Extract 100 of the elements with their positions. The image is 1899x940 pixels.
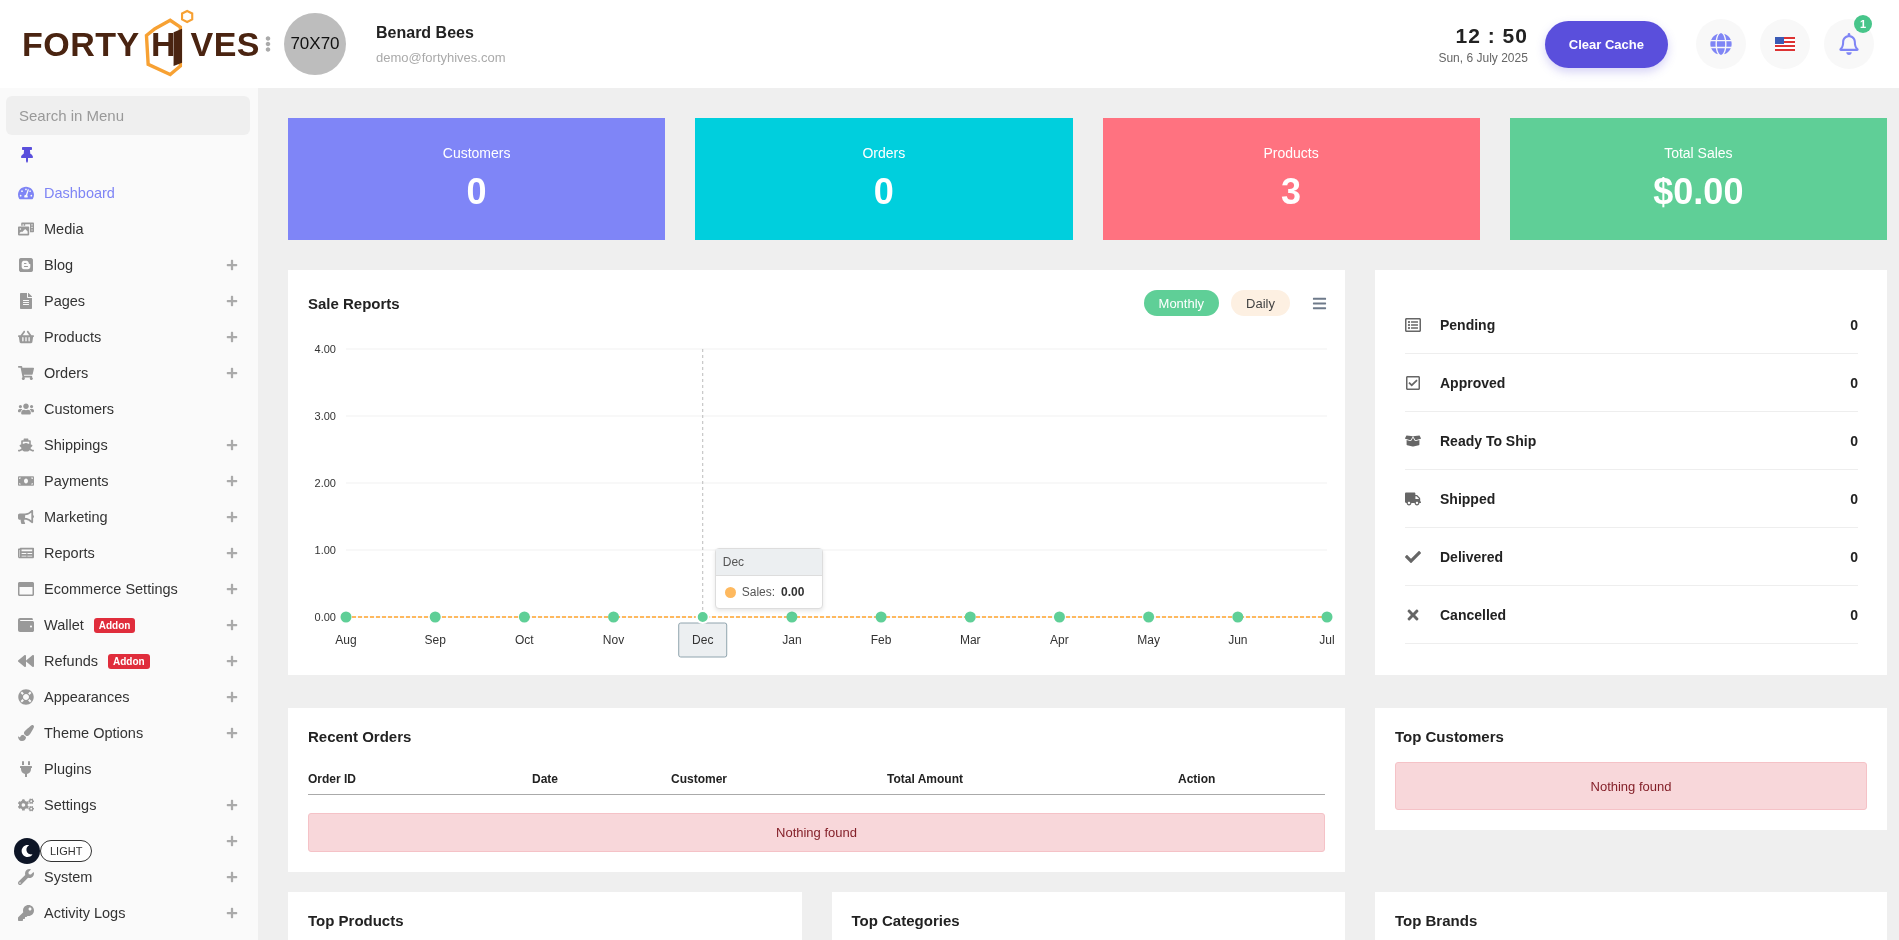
menu-label: Ecommerce Settings bbox=[44, 581, 178, 597]
menu-item[interactable]: Theme Options bbox=[6, 715, 250, 751]
menu-label: Payments bbox=[44, 473, 109, 489]
expand-icon[interactable] bbox=[226, 907, 238, 919]
column-header: Date bbox=[532, 772, 559, 786]
expand-icon[interactable] bbox=[226, 727, 238, 739]
menu-item[interactable]: Media bbox=[6, 211, 250, 247]
menu-item[interactable]: Marketing bbox=[6, 499, 250, 535]
menu-item[interactable]: Customers bbox=[6, 391, 250, 427]
empty-message: Nothing found bbox=[1395, 762, 1867, 810]
data-point bbox=[429, 611, 441, 623]
menu-item[interactable]: Ecommerce Settings bbox=[6, 571, 250, 607]
stat-label: Orders bbox=[862, 145, 906, 161]
menu-item[interactable]: Payments bbox=[6, 463, 250, 499]
axis-tick-label: May bbox=[1137, 633, 1160, 647]
search-field[interactable]: Search in Menu bbox=[6, 96, 250, 135]
expand-icon[interactable] bbox=[226, 871, 238, 883]
card-title: Recent Orders bbox=[308, 728, 412, 745]
theme-toggle[interactable]: LIGHT bbox=[40, 840, 93, 862]
menu-label: System bbox=[44, 869, 93, 885]
menu-item[interactable]: Products bbox=[6, 319, 250, 355]
axis-tick-label: Jul bbox=[1319, 633, 1335, 647]
stat-value: 0 bbox=[873, 171, 894, 213]
data-point bbox=[786, 611, 798, 623]
expand-icon[interactable] bbox=[226, 547, 238, 559]
expand-icon[interactable] bbox=[226, 475, 238, 487]
rewind-icon bbox=[18, 653, 34, 669]
status-label: Delivered bbox=[1440, 548, 1504, 565]
expand-icon[interactable] bbox=[226, 835, 238, 847]
status-count: 0 bbox=[1850, 606, 1858, 623]
menu-icon[interactable] bbox=[1312, 295, 1327, 311]
status-label: Cancelled bbox=[1440, 606, 1507, 623]
list-icon bbox=[1405, 316, 1421, 333]
card-title: Sale Reports bbox=[308, 294, 400, 312]
column-header: Action bbox=[1178, 772, 1217, 786]
menu-item[interactable]: Refunds Addon bbox=[6, 643, 250, 679]
menu-label: Reports bbox=[44, 545, 95, 561]
user-name: Benard Bees bbox=[376, 23, 475, 42]
menu-item[interactable]: Wallet Addon bbox=[6, 607, 250, 643]
clock-date: Sun, 6 July 2025 bbox=[1438, 50, 1528, 65]
expand-icon[interactable] bbox=[226, 655, 238, 667]
menu-label: Theme Options bbox=[44, 725, 144, 741]
stat-label: Products bbox=[1263, 145, 1319, 161]
document-icon bbox=[18, 293, 34, 309]
expand-icon[interactable] bbox=[226, 583, 238, 595]
expand-icon[interactable] bbox=[226, 295, 238, 307]
menu-label: Marketing bbox=[44, 509, 108, 525]
wrench-icon bbox=[18, 869, 34, 885]
axis-tick-label: Aug bbox=[335, 633, 357, 647]
expand-icon[interactable] bbox=[226, 259, 238, 271]
expand-icon[interactable] bbox=[226, 367, 238, 379]
empty-message: Nothing found bbox=[308, 813, 1325, 852]
menu-label: Wallet bbox=[44, 617, 84, 633]
gears-icon bbox=[18, 797, 34, 813]
expand-icon[interactable] bbox=[226, 331, 238, 343]
crosshair-label-box bbox=[678, 622, 728, 658]
expand-icon[interactable] bbox=[226, 619, 238, 631]
menu-item[interactable]: Blog bbox=[6, 247, 250, 283]
card-title: Top Products bbox=[308, 912, 404, 929]
addon-tag: Addon bbox=[108, 653, 150, 669]
menu-item[interactable]: Settings bbox=[6, 787, 250, 823]
status-label: Pending bbox=[1440, 316, 1496, 333]
data-point bbox=[608, 611, 620, 623]
menu-item[interactable]: Appearances bbox=[6, 679, 250, 715]
menu-label: Shippings bbox=[44, 437, 108, 453]
data-point bbox=[340, 611, 352, 623]
clear-cache-button[interactable]: Clear Cache bbox=[1544, 20, 1668, 68]
menu-label: Pages bbox=[44, 293, 86, 309]
ship-icon bbox=[18, 437, 34, 453]
moon-icon[interactable] bbox=[14, 838, 40, 864]
menu-item[interactable]: Activity Logs bbox=[6, 895, 250, 931]
data-point bbox=[695, 610, 710, 624]
pin-icon[interactable] bbox=[19, 147, 35, 163]
logo-text: H bbox=[151, 24, 177, 64]
brush-icon bbox=[18, 725, 34, 741]
axis-tick-label: 3.00 bbox=[314, 410, 336, 422]
check-icon bbox=[1405, 548, 1421, 565]
status-label: Approved bbox=[1440, 374, 1506, 391]
axis-tick-label: Feb bbox=[870, 633, 892, 647]
data-point bbox=[518, 611, 530, 623]
expand-icon[interactable] bbox=[226, 691, 238, 703]
flag-button[interactable] bbox=[1760, 19, 1810, 69]
expand-icon[interactable] bbox=[226, 439, 238, 451]
menu-item[interactable]: Shippings bbox=[6, 427, 250, 463]
globe-icon bbox=[1710, 33, 1732, 55]
axis-tick-label: Nov bbox=[602, 633, 625, 647]
language-button[interactable] bbox=[1696, 19, 1746, 69]
status-label: Shipped bbox=[1440, 490, 1496, 507]
menu-item[interactable]: Reports bbox=[6, 535, 250, 571]
menu-item[interactable]: Pages bbox=[6, 283, 250, 319]
expand-icon[interactable] bbox=[226, 799, 238, 811]
menu-item[interactable]: Orders bbox=[6, 355, 250, 391]
tooltip-value: 0.00 bbox=[781, 585, 805, 599]
menu-item[interactable]: System bbox=[6, 859, 250, 895]
expand-icon[interactable] bbox=[226, 511, 238, 523]
period-tab[interactable]: Daily bbox=[1231, 290, 1290, 316]
menu-item[interactable]: Plugins bbox=[6, 751, 250, 787]
status-label: Ready To Ship bbox=[1440, 432, 1537, 449]
tooltip-label: Sales: bbox=[741, 585, 776, 599]
data-point bbox=[1232, 611, 1244, 623]
